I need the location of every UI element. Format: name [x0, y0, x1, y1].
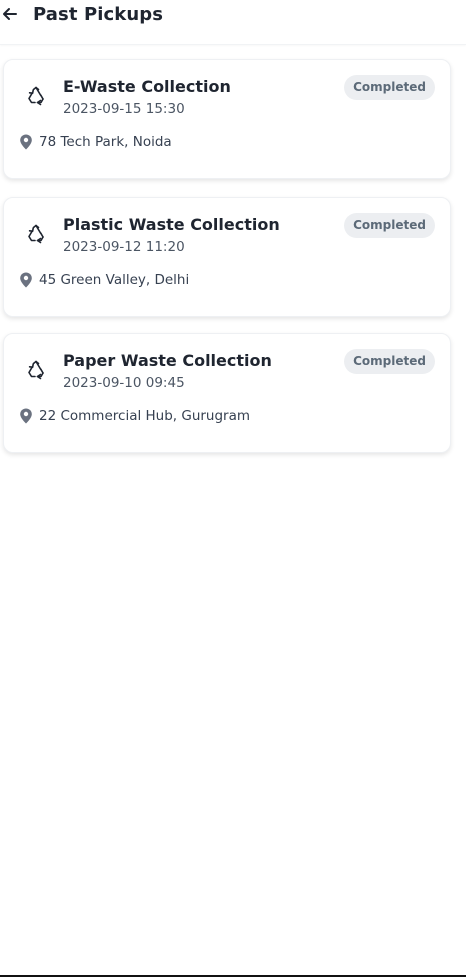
pickup-title: Plastic Waste Collection [63, 215, 280, 234]
recycle-icon [24, 84, 48, 108]
back-button[interactable] [0, 3, 22, 25]
location-text: 78 Tech Park, Noida [39, 134, 172, 150]
arrow-left-icon [3, 8, 17, 20]
status-badge: Completed [344, 213, 435, 238]
pickup-location: 22 Commercial Hub, Gurugram [19, 406, 250, 426]
location-text: 22 Commercial Hub, Gurugram [39, 408, 251, 424]
page-title: Past Pickups [33, 4, 164, 25]
location-pin-icon [19, 272, 33, 288]
pickup-location: 45 Green Valley, Delhi [19, 270, 189, 290]
pickup-card[interactable]: E-Waste Collection 2023-09-15 15:30 78 T… [3, 59, 451, 179]
pickup-datetime: 2023-09-10 09:45 [63, 375, 185, 391]
pickup-title: Paper Waste Collection [63, 351, 272, 370]
recycle-icon [24, 358, 48, 382]
pickup-title: E-Waste Collection [63, 77, 231, 96]
pickup-datetime: 2023-09-12 11:20 [63, 239, 185, 255]
pickup-location: 78 Tech Park, Noida [19, 132, 172, 152]
pickup-card[interactable]: Plastic Waste Collection 2023-09-12 11:2… [3, 197, 451, 317]
app-header: Past Pickups [0, 0, 466, 45]
status-badge: Completed [344, 349, 435, 374]
location-pin-icon [19, 134, 33, 150]
pickup-card[interactable]: Paper Waste Collection 2023-09-10 09:45 … [3, 333, 451, 453]
past-pickups-screen: Past Pickups E-Waste Collection 2023-09-… [0, 0, 466, 977]
recycle-icon [24, 222, 48, 246]
status-badge: Completed [344, 75, 435, 100]
location-pin-icon [19, 408, 33, 424]
location-text: 45 Green Valley, Delhi [39, 272, 190, 288]
pickup-datetime: 2023-09-15 15:30 [63, 101, 185, 117]
